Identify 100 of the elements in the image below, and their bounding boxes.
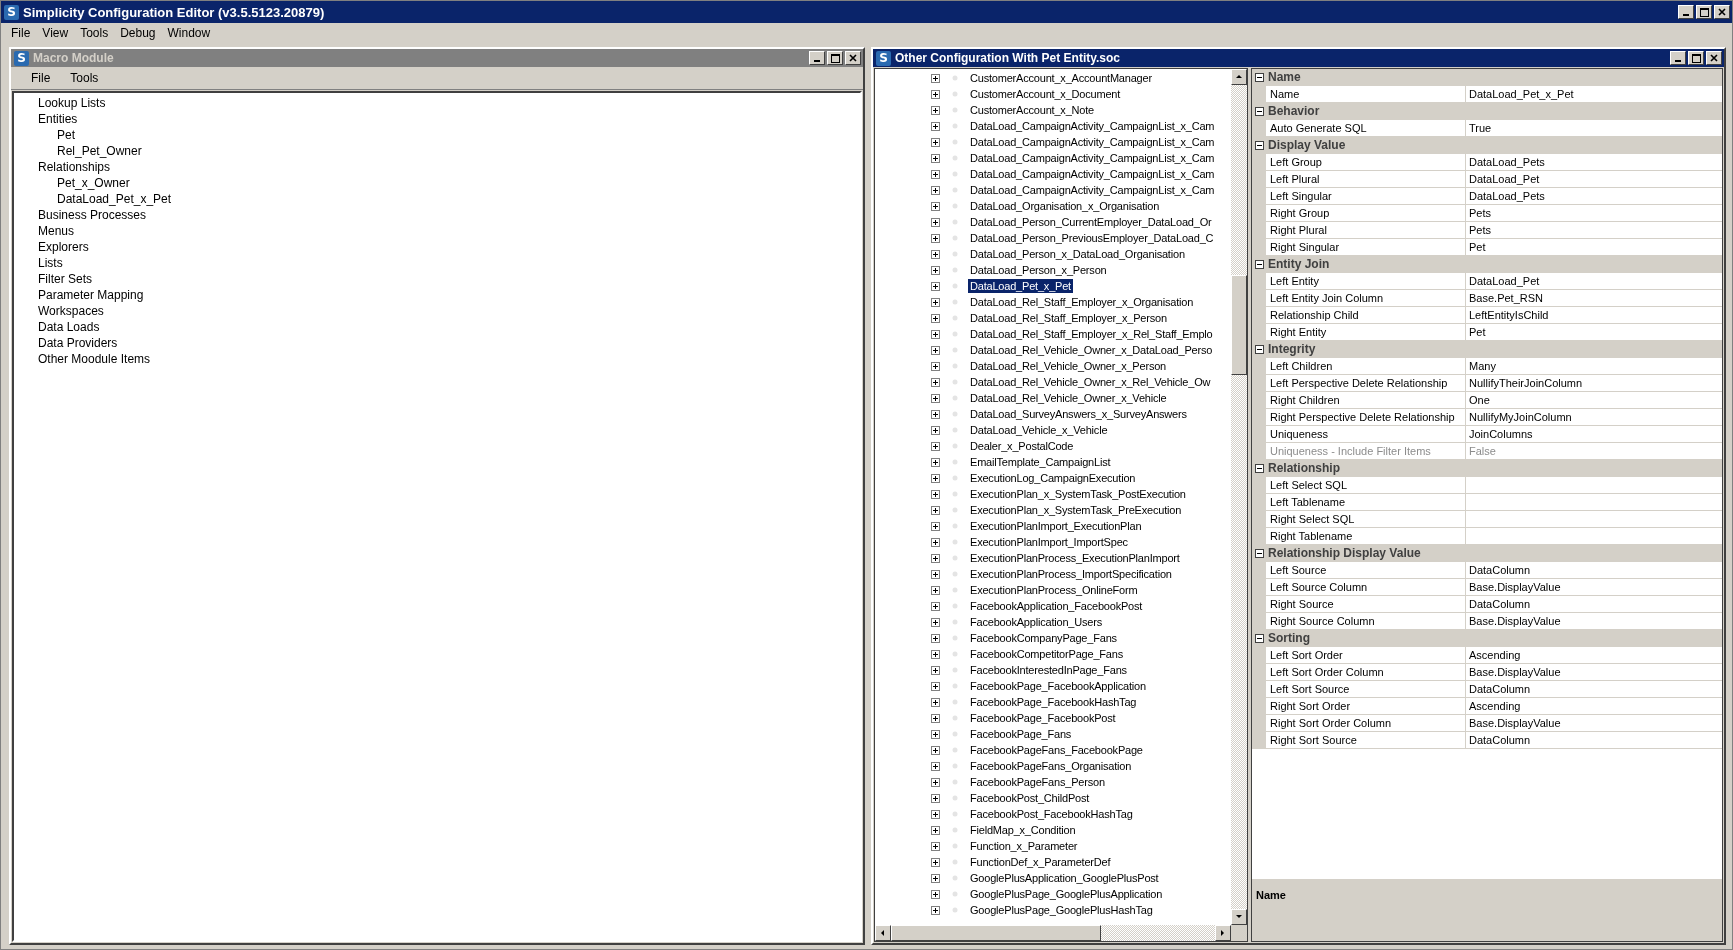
- expand-icon[interactable]: [931, 809, 940, 819]
- expand-icon[interactable]: [931, 665, 940, 675]
- property-category[interactable]: Sorting: [1268, 631, 1310, 645]
- tree-item[interactable]: FacebookPost_FacebookHashTag: [968, 807, 1135, 821]
- tree-item[interactable]: FacebookPage_FacebookHashTag: [968, 695, 1139, 709]
- maximize-button[interactable]: [827, 51, 843, 65]
- menu-item[interactable]: View: [36, 26, 75, 40]
- property-value[interactable]: One: [1466, 392, 1722, 408]
- property-value[interactable]: Base.DisplayValue: [1466, 715, 1722, 731]
- menu-item[interactable]: File: [5, 26, 37, 40]
- tree-item[interactable]: FacebookCompetitorPage_Fans: [968, 647, 1125, 661]
- property-value[interactable]: True: [1466, 120, 1722, 136]
- expand-icon[interactable]: [931, 713, 940, 723]
- collapse-icon[interactable]: [1255, 259, 1264, 269]
- tree-item[interactable]: FacebookInterestedInPage_Fans: [968, 663, 1129, 677]
- tree-item[interactable]: FacebookApplication_Users: [968, 615, 1104, 629]
- close-button[interactable]: [1706, 51, 1722, 65]
- tree-item[interactable]: DataLoad_Pet_x_Pet: [968, 279, 1073, 293]
- expand-icon[interactable]: [931, 569, 940, 579]
- tree-item[interactable]: DataLoad_Rel_Staff_Employer_x_Person: [968, 311, 1169, 325]
- tree-item[interactable]: Relationships: [38, 160, 111, 174]
- property-value[interactable]: LeftEntityIsChild: [1466, 307, 1722, 323]
- expand-icon[interactable]: [931, 281, 940, 291]
- tree-item[interactable]: ExecutionPlanImport_ImportSpec: [968, 535, 1130, 549]
- expand-icon[interactable]: [931, 345, 940, 355]
- expand-icon[interactable]: [931, 825, 940, 835]
- tree-item[interactable]: CustomerAccount_x_AccountManager: [968, 71, 1154, 85]
- horizontal-scrollbar[interactable]: [875, 925, 1231, 941]
- property-value[interactable]: NullifyTheirJoinColumn: [1466, 375, 1722, 391]
- expand-icon[interactable]: [931, 521, 940, 531]
- property-value[interactable]: Base.DisplayValue: [1466, 579, 1722, 595]
- property-value[interactable]: Pets: [1466, 222, 1722, 238]
- expand-icon[interactable]: [931, 681, 940, 691]
- property-value[interactable]: Base.DisplayValue: [1466, 664, 1722, 680]
- expand-icon[interactable]: [931, 537, 940, 547]
- tree-item[interactable]: Filter Sets: [38, 272, 92, 286]
- tree-item[interactable]: Explorers: [38, 240, 89, 254]
- expand-icon[interactable]: [931, 441, 940, 451]
- expand-icon[interactable]: [931, 425, 940, 435]
- expand-icon[interactable]: [931, 233, 940, 243]
- expand-icon[interactable]: [931, 841, 940, 851]
- expand-icon[interactable]: [931, 89, 940, 99]
- menu-item[interactable]: Debug: [114, 26, 162, 40]
- tree-item[interactable]: DataLoad_Rel_Staff_Employer_x_Organisation: [968, 295, 1196, 309]
- property-value[interactable]: DataLoad_Pets: [1466, 154, 1722, 170]
- tree-item[interactable]: Function_x_Parameter: [968, 839, 1080, 853]
- expand-icon[interactable]: [931, 905, 940, 915]
- expand-icon[interactable]: [931, 153, 940, 163]
- tree-item[interactable]: DataLoad_CampaignActivity_CampaignList_x_Cam: [968, 183, 1217, 197]
- tree-item[interactable]: ExecutionPlanProcess_OnlineForm: [968, 583, 1140, 597]
- property-value[interactable]: Ascending: [1466, 647, 1722, 663]
- tree-item[interactable]: FacebookPageFans_Person: [968, 775, 1107, 789]
- property-value[interactable]: DataLoad_Pet: [1466, 171, 1722, 187]
- expand-icon[interactable]: [931, 745, 940, 755]
- close-button[interactable]: [845, 51, 861, 65]
- property-value[interactable]: Pet: [1466, 239, 1722, 255]
- tree-item[interactable]: FacebookPage_FacebookPost: [968, 711, 1118, 725]
- expand-icon[interactable]: [931, 185, 940, 195]
- property-value[interactable]: JoinColumns: [1466, 426, 1722, 442]
- tree-item[interactable]: FacebookPage_FacebookApplication: [968, 679, 1148, 693]
- tree-item[interactable]: DataLoad_Pet_x_Pet: [57, 192, 172, 206]
- property-category[interactable]: Display Value: [1268, 138, 1346, 152]
- tree-item[interactable]: ExecutionPlanImport_ExecutionPlan: [968, 519, 1144, 533]
- property-category[interactable]: Relationship: [1268, 461, 1340, 475]
- expand-icon[interactable]: [931, 649, 940, 659]
- menu-item[interactable]: Tools: [74, 26, 115, 40]
- tree-item[interactable]: CustomerAccount_x_Note: [968, 103, 1096, 117]
- property-value[interactable]: DataLoad_Pet_x_Pet: [1466, 86, 1722, 102]
- tree-item[interactable]: Other Moodule Items: [38, 352, 151, 366]
- expand-icon[interactable]: [931, 633, 940, 643]
- menu-item[interactable]: File: [25, 71, 57, 85]
- expand-icon[interactable]: [931, 489, 940, 499]
- tree-item[interactable]: FunctionDef_x_ParameterDef: [968, 855, 1113, 869]
- property-value[interactable]: NullifyMyJoinColumn: [1466, 409, 1722, 425]
- tree-item[interactable]: FacebookPost_ChildPost: [968, 791, 1092, 805]
- tree-item[interactable]: FacebookPageFans_FacebookPage: [968, 743, 1145, 757]
- property-value[interactable]: DataColumn: [1466, 681, 1722, 697]
- menu-item[interactable]: Tools: [64, 71, 105, 85]
- expand-icon[interactable]: [931, 585, 940, 595]
- tree-item[interactable]: ExecutionPlan_x_SystemTask_PreExecution: [968, 503, 1184, 517]
- property-category[interactable]: Behavior: [1268, 104, 1320, 118]
- tree-item[interactable]: Lists: [38, 256, 63, 270]
- expand-icon[interactable]: [931, 105, 940, 115]
- collapse-icon[interactable]: [1255, 548, 1264, 558]
- scroll-thumb[interactable]: [1231, 275, 1247, 375]
- tree-item[interactable]: GooglePlusApplication_GooglePlusPost: [968, 871, 1161, 885]
- expand-icon[interactable]: [931, 377, 940, 387]
- tree-item[interactable]: DataLoad_Rel_Vehicle_Owner_x_Rel_Vehicle_Ow: [968, 375, 1213, 389]
- tree-item[interactable]: DataLoad_CampaignActivity_CampaignList_x_Cam: [968, 119, 1217, 133]
- property-category[interactable]: Entity Join: [1268, 257, 1330, 271]
- tree-item[interactable]: FacebookPage_Fans: [968, 727, 1074, 741]
- tree-item[interactable]: DataLoad_Rel_Staff_Employer_x_Rel_Staff_Emplo: [968, 327, 1215, 341]
- property-value[interactable]: DataColumn: [1466, 732, 1722, 748]
- expand-icon[interactable]: [931, 297, 940, 307]
- menu-item[interactable]: Window: [161, 26, 217, 40]
- property-value[interactable]: DataLoad_Pet: [1466, 273, 1722, 289]
- expand-icon[interactable]: [931, 73, 940, 83]
- tree-item[interactable]: DataLoad_SurveyAnswers_x_SurveyAnswers: [968, 407, 1189, 421]
- expand-icon[interactable]: [931, 761, 940, 771]
- collapse-icon[interactable]: [1255, 344, 1264, 354]
